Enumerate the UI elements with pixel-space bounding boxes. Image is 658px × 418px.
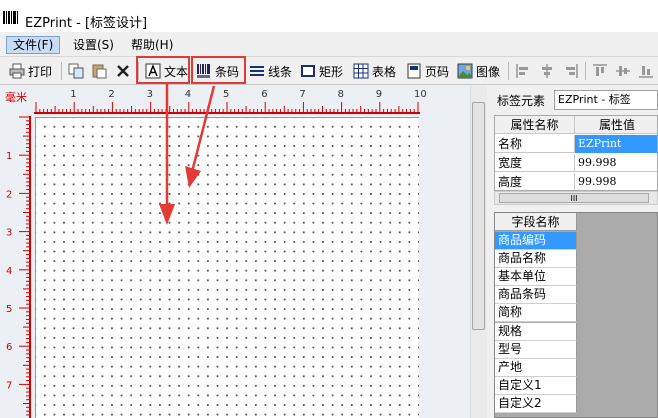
rectangle-icon <box>301 65 315 77</box>
field-list-item[interactable]: 自定义1 <box>495 376 577 395</box>
property-row[interactable]: 高度 99.998 <box>495 173 657 190</box>
property-grid-hscrollbar[interactable]: III <box>494 191 658 205</box>
menu-bar: 文件(F) 设置(S) 帮助(H) <box>0 32 658 57</box>
ruler-label: 7 <box>6 380 12 391</box>
page-number-tool-label: 页码 <box>425 64 450 79</box>
ruler-label: 2 <box>108 89 114 100</box>
property-row[interactable]: 名称 EZPrint <box>495 135 657 153</box>
ruler-label: 7 <box>299 89 305 100</box>
prop-value-header: 属性值 <box>598 118 635 132</box>
table-tool-button[interactable]: 表格 <box>353 60 396 82</box>
align-bottom-icon[interactable] <box>638 63 654 79</box>
menu-help[interactable]: 帮助(H) <box>125 36 179 54</box>
paste-icon <box>92 64 107 79</box>
horizontal-ruler: 1 2 3 4 5 6 7 8 9 10 <box>34 86 470 116</box>
align-top-icon[interactable] <box>592 63 608 79</box>
field-list-item[interactable]: 规格 <box>495 322 577 341</box>
prop-name: 高度 <box>495 173 575 190</box>
close-icon <box>117 65 129 77</box>
print-button[interactable]: 打印 <box>9 60 52 82</box>
ruler-label: 8 <box>338 89 344 100</box>
table-tool-label: 表格 <box>372 64 397 79</box>
image-icon <box>457 63 473 79</box>
field-list-item[interactable]: 型号 <box>495 340 577 359</box>
toolbar-separator <box>61 62 62 80</box>
field-list-item[interactable]: 商品编码 <box>495 232 577 250</box>
image-tool-label: 图像 <box>476 64 501 79</box>
delete-button[interactable] <box>115 60 134 82</box>
lines-icon <box>250 66 264 76</box>
align-right-icon[interactable] <box>563 63 579 79</box>
align-left-icon[interactable] <box>515 63 531 79</box>
field-list: 字段名称 商品编码 商品名称 基本单位 商品条码 简称 规格 型号 产地 自定义1 自定义2 <box>494 212 658 418</box>
line-tool-label: 线条 <box>268 64 293 79</box>
prop-name-header: 属性名称 <box>495 116 575 134</box>
property-row[interactable]: 宽度 99.998 <box>495 154 657 172</box>
copy-button[interactable] <box>68 60 87 82</box>
field-list-item[interactable]: 商品名称 <box>495 250 577 269</box>
annotation-arrows <box>159 84 216 225</box>
element-select[interactable]: EZPrint - 标签 <box>554 90 658 110</box>
prop-value[interactable]: 99.998 <box>575 173 657 190</box>
field-list-header: 字段名称 <box>495 213 577 231</box>
ruler-label: 1 <box>70 89 76 100</box>
field-list-item[interactable]: 自定义2 <box>495 394 577 413</box>
ruler-unit-label: 毫米 <box>5 91 27 104</box>
window-title: EZPrint - [标签设计] <box>25 16 148 31</box>
hscroll-thumb[interactable]: III <box>499 193 649 203</box>
vertical-ruler: 1 2 3 4 5 6 7 <box>0 116 32 418</box>
prop-name: 名称 <box>495 135 575 153</box>
table-icon <box>353 63 369 79</box>
prop-value[interactable]: EZPrint <box>575 135 657 153</box>
ruler-label: 6 <box>261 89 267 100</box>
ruler-bg <box>34 86 470 116</box>
title-bar: EZPrint - [标签设计] <box>0 0 658 32</box>
field-list-item[interactable]: 基本单位 <box>495 268 577 287</box>
barcode-app-icon <box>3 11 18 24</box>
ruler-label: 2 <box>6 189 12 200</box>
ruler-label: 5 <box>6 304 12 315</box>
rect-tool-label: 矩形 <box>319 64 344 79</box>
element-label: 标签元素 <box>497 94 546 108</box>
align-middle-icon[interactable] <box>615 63 631 79</box>
line-tool-button[interactable]: 线条 <box>249 60 292 82</box>
align-center-icon[interactable] <box>539 63 555 79</box>
print-label: 打印 <box>28 64 53 79</box>
property-grid: 属性名称 属性值 名称 EZPrint 宽度 99.998 高度 99.998 <box>494 115 658 191</box>
rect-tool-button[interactable]: 矩形 <box>300 60 343 82</box>
ruler-label: 9 <box>376 89 382 100</box>
toolbar: 打印 文本 条码 线条 矩形 表格 页码 图像 <box>0 57 658 85</box>
copy-icon <box>68 63 84 79</box>
field-list-item[interactable]: 简称 <box>495 304 577 323</box>
page-icon <box>407 63 421 79</box>
toolbar-separator <box>585 62 586 80</box>
toolbar-separator <box>508 62 509 80</box>
field-list-item[interactable]: 产地 <box>495 358 577 377</box>
ruler-label: 10 <box>414 89 427 100</box>
menu-file[interactable]: 文件(F) <box>6 36 61 54</box>
printer-icon <box>9 63 25 79</box>
prop-value[interactable]: 99.998 <box>575 154 657 172</box>
ruler-label: 3 <box>6 228 12 239</box>
paste-button[interactable] <box>91 60 110 82</box>
menu-settings[interactable]: 设置(S) <box>67 36 120 54</box>
ruler-label: 4 <box>6 266 12 277</box>
prop-name: 宽度 <box>495 154 575 172</box>
ruler-label: 1 <box>6 151 12 162</box>
property-grid-header: 属性名称 属性值 <box>495 116 657 134</box>
scrollbar-thumb[interactable] <box>472 102 485 330</box>
ruler-label: 6 <box>6 342 12 353</box>
field-list-item[interactable]: 商品条码 <box>495 286 577 305</box>
image-tool-button[interactable]: 图像 <box>457 60 500 82</box>
page-number-tool-button[interactable]: 页码 <box>406 60 449 82</box>
